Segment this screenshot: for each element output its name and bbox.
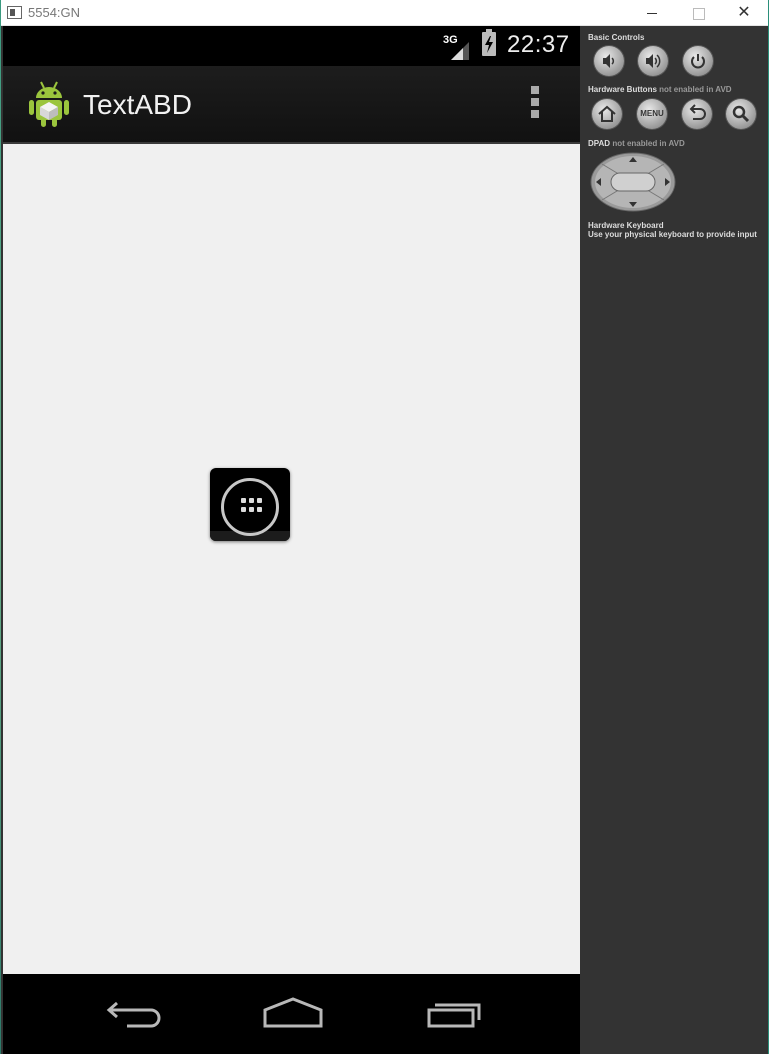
menu-label: MENU [640, 109, 664, 118]
home-icon[interactable] [261, 996, 325, 1032]
home-icon [598, 105, 616, 122]
android-robot-icon [29, 81, 69, 127]
app-content [3, 144, 580, 974]
grid-dots-icon [241, 498, 263, 514]
signal-bars-icon [451, 42, 469, 60]
volume-down-icon [603, 54, 615, 68]
back-icon [689, 104, 706, 120]
close-button[interactable]: ✕ [721, 0, 767, 26]
battery-charging-icon [482, 29, 496, 56]
power-button[interactable] [683, 46, 713, 76]
app-drawer-icon [221, 478, 279, 536]
hardware-keyboard-label: Hardware Keyboard [588, 221, 664, 230]
volume-up-icon [646, 54, 661, 68]
window-title: 5554:GN [28, 5, 81, 20]
minimize-button[interactable] [629, 0, 675, 26]
search-icon [732, 105, 750, 123]
window-app-icon[interactable] [7, 6, 22, 19]
device-screen: 3G 22:37 TextABD [3, 26, 580, 1054]
dpad-control[interactable] [590, 152, 676, 212]
app-title: TextABD [83, 89, 192, 120]
hardware-keyboard-note: Use your physical keyboard to provide in… [588, 230, 757, 239]
status-bar: 3G 22:37 [3, 26, 580, 66]
dpad-label: DPAD not enabled in AVD [588, 139, 685, 148]
volume-down-button[interactable] [594, 46, 624, 76]
status-clock: 22:37 [507, 31, 570, 58]
action-bar: TextABD [3, 66, 580, 144]
hw-search-button[interactable] [726, 99, 756, 129]
volume-up-button[interactable] [638, 46, 668, 76]
hw-menu-button[interactable]: MENU [637, 99, 667, 129]
hardware-buttons-label: Hardware Buttons not enabled in AVD [588, 85, 732, 94]
hw-back-button[interactable] [682, 99, 712, 129]
overflow-menu-icon[interactable] [529, 86, 541, 124]
maximize-button[interactable] [675, 0, 721, 26]
title-bar: 5554:GN ✕ [1, 0, 768, 26]
recent-apps-icon[interactable] [423, 996, 487, 1032]
emulator-window: 5554:GN ✕ 3G 22:37 TextABD Basic Control… [1, 0, 768, 1054]
power-icon [691, 54, 705, 69]
hw-home-button[interactable] [592, 99, 622, 129]
back-icon[interactable] [103, 996, 167, 1032]
basic-controls-label: Basic Controls [588, 33, 645, 42]
emulator-control-panel: Basic Controls Hardware Buttons not enab… [580, 26, 768, 1054]
navigation-bar [3, 974, 580, 1054]
app-drawer-button[interactable] [210, 468, 290, 541]
